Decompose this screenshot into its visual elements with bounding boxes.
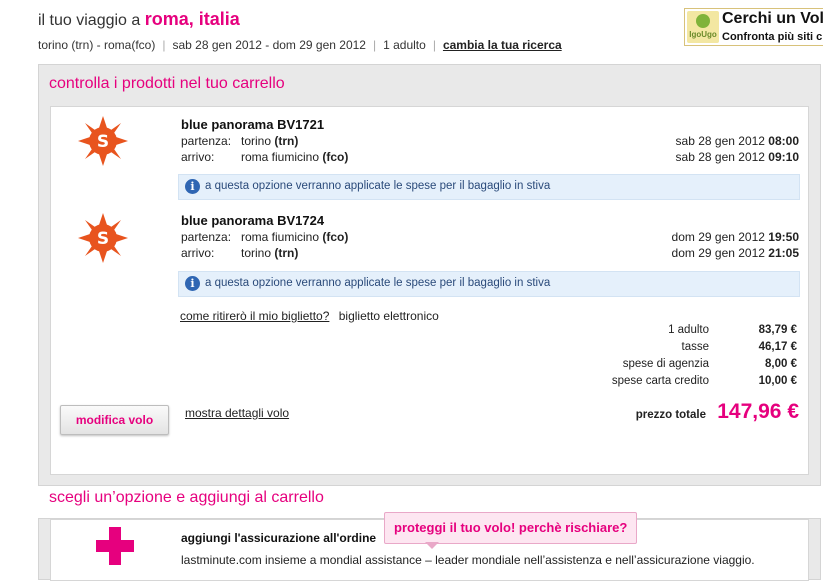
separator: | — [162, 38, 166, 52]
arrival-code: (trn) — [274, 246, 299, 260]
igougo-logo-icon: IgoUgo — [687, 11, 719, 43]
ticket-answer: biglietto elettronico — [338, 309, 439, 323]
flight-departure: partenza: torino (trn) — [181, 134, 298, 148]
promo-bubble-tail — [425, 542, 439, 549]
flight-arrival: arrivo: roma fiumicino (fco) — [181, 150, 348, 164]
ticket-question-link[interactable]: come ritirerò il mio biglietto? — [180, 309, 329, 323]
arrival-label: arrivo: — [181, 150, 215, 164]
page-title: il tuo viaggio a roma, italia — [38, 9, 240, 30]
departure-code: (fco) — [322, 230, 349, 244]
arrival-date: sab 28 gen 2012 — [675, 150, 769, 164]
search-summary: torino (trn) - roma(fco) | sab 28 gen 2012… — [38, 38, 562, 52]
total-label: prezzo totale — [635, 409, 706, 421]
passengers: 1 adulto — [383, 38, 426, 52]
change-search-link[interactable]: cambia la tua ricerca — [443, 38, 562, 52]
departure-time: 19:50 — [768, 230, 799, 244]
insurance-title: aggiungi l'assicurazione all'ordine — [181, 531, 377, 545]
departure-label: partenza: — [181, 134, 232, 148]
dates: sab 28 gen 2012 - dom 29 gen 2012 — [172, 38, 366, 52]
departure-label: partenza: — [181, 230, 232, 244]
baggage-info-text: a questa opzione verranno applicate le s… — [205, 277, 551, 289]
arrival-place: roma fiumicino — [241, 150, 323, 164]
price-label: spese carta credito — [611, 375, 709, 387]
arrival-date: dom 29 gen 2012 — [671, 246, 769, 260]
ad-logo-text: IgoUgo — [689, 30, 717, 39]
cart-title: controlla i prodotti nel tuo carrello — [49, 75, 285, 92]
arrival-code: (fco) — [322, 150, 349, 164]
sun-logo-icon: S — [78, 116, 128, 166]
ad-subline: Confronta più siti c — [722, 31, 823, 43]
baggage-info-box: i a questa opzione verranno applicate le… — [178, 174, 800, 200]
ticket-info: come ritirerò il mio biglietto? bigliett… — [180, 309, 439, 323]
price-value: 46,17 € — [758, 341, 797, 353]
svg-text:S: S — [97, 229, 109, 249]
globe-icon — [696, 14, 710, 28]
price-value: 10,00 € — [758, 375, 797, 387]
departure-datetime: dom 29 gen 2012 19:50 — [672, 230, 799, 244]
flight-name: blue panorama BV1721 — [181, 117, 325, 132]
arrival-time: 09:10 — [768, 150, 799, 164]
flight-arrival: arrivo: torino (trn) — [181, 246, 298, 260]
info-icon: i — [185, 179, 200, 194]
arrival-datetime: sab 28 gen 2012 09:10 — [676, 150, 799, 164]
info-icon: i — [185, 276, 200, 291]
price-label: tasse — [681, 341, 710, 353]
flight-departure: partenza: roma fiumicino (fco) — [181, 230, 348, 244]
show-details-link[interactable]: mostra dettagli volo — [185, 406, 289, 420]
title-prefix: il tuo viaggio a — [38, 12, 145, 29]
price-value: 83,79 € — [758, 324, 797, 336]
departure-date: dom 29 gen 2012 — [671, 230, 769, 244]
arrival-label: arrivo: — [181, 246, 215, 260]
departure-place: roma fiumicino — [241, 230, 323, 244]
arrival-datetime: dom 29 gen 2012 21:05 — [672, 246, 799, 260]
price-label: spese di agenzia — [622, 358, 709, 370]
separator: | — [432, 38, 436, 52]
ad-banner[interactable]: IgoUgo Cerchi un Vol Confronta più siti … — [684, 8, 823, 46]
price-value: 8,00 € — [765, 358, 797, 370]
separator: | — [372, 38, 377, 52]
price-label: 1 adulto — [668, 324, 709, 336]
departure-date: sab 28 gen 2012 — [675, 134, 769, 148]
arrival-time: 21:05 — [768, 246, 799, 260]
svg-text:S: S — [97, 132, 109, 152]
baggage-info-box: i a questa opzione verranno applicate le… — [178, 271, 800, 297]
baggage-info-text: a questa opzione verranno applicate le s… — [205, 180, 551, 192]
departure-code: (trn) — [274, 134, 299, 148]
departure-datetime: sab 28 gen 2012 08:00 — [676, 134, 799, 148]
destination: roma, italia — [144, 9, 240, 29]
route: torino (trn) - roma(fco) — [38, 38, 156, 52]
ad-headline: Cerchi un Vol — [722, 10, 823, 27]
modify-flight-button[interactable]: modifica volo — [60, 405, 169, 435]
flight-name: blue panorama BV1724 — [181, 213, 325, 228]
arrival-place: torino — [241, 246, 275, 260]
promo-bubble: proteggi il tuo volo! perchè rischiare? — [384, 512, 638, 544]
sun-logo-icon: S — [78, 213, 128, 263]
departure-time: 08:00 — [768, 134, 799, 148]
plus-cross-icon-bar — [96, 540, 134, 552]
departure-place: torino — [241, 134, 275, 148]
options-title: scegli un’opzione e aggiungi al carrello — [49, 489, 324, 506]
total-value: 147,96 € — [717, 400, 799, 423]
